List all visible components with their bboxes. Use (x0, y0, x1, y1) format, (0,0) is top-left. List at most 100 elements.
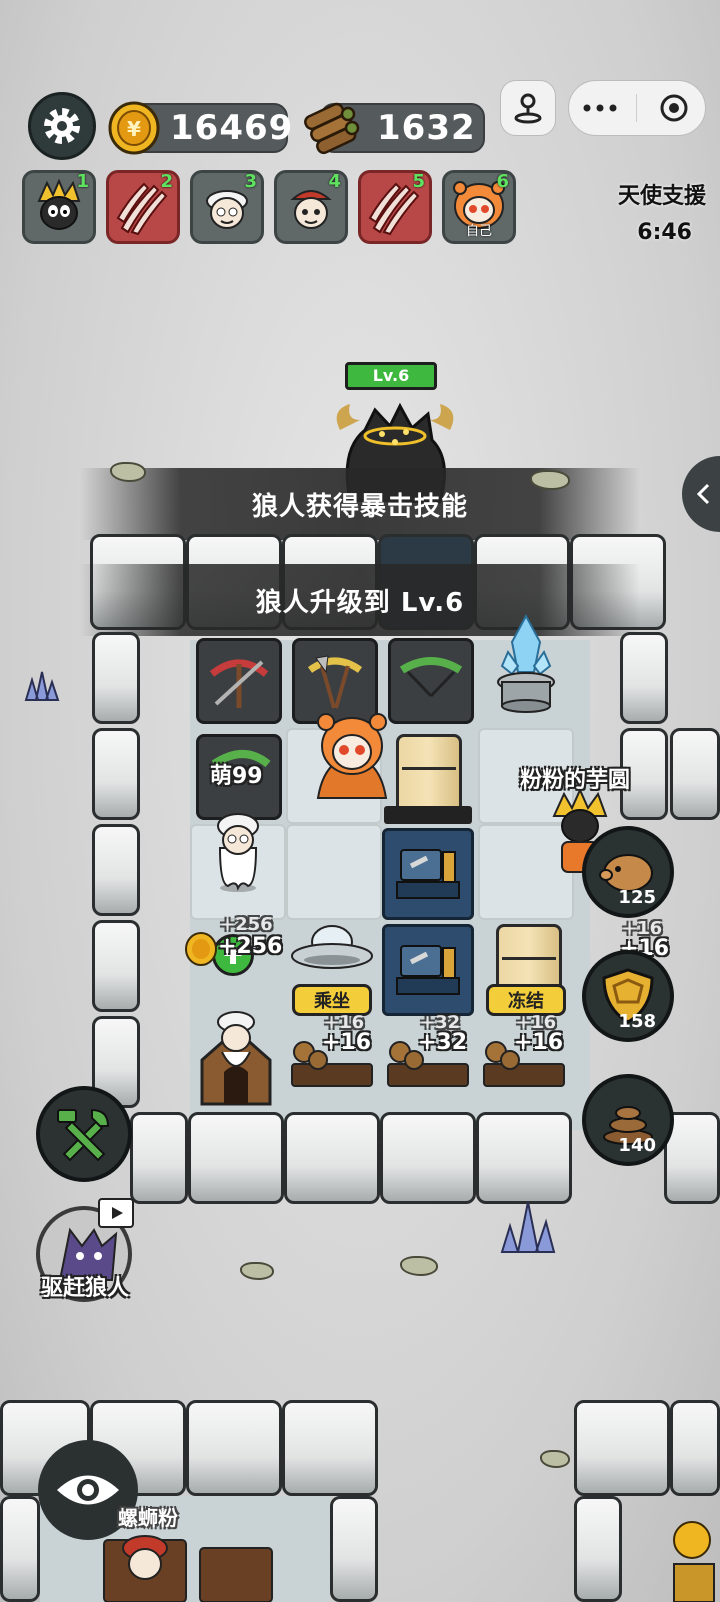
capsule-divider (636, 94, 638, 122)
joystick-button[interactable] (500, 80, 556, 136)
slot-number: 5 (412, 171, 425, 192)
chevron-left-icon (696, 483, 710, 505)
crossbow-turret[interactable] (196, 638, 282, 724)
slot-number: 2 (160, 171, 173, 192)
miniprogram-capsule (568, 80, 706, 136)
banner-text: 狼人升级到 Lv.6 (255, 587, 465, 618)
rock (530, 470, 570, 490)
wall-block (670, 728, 720, 820)
fridge-progress-bar (384, 806, 472, 824)
more-button[interactable] (575, 88, 625, 128)
slot-number: 4 (328, 171, 341, 192)
crystal-icon (497, 613, 555, 713)
wrench-icon (396, 849, 460, 899)
build-tools-button[interactable] (36, 1086, 132, 1182)
floor-tile[interactable] (286, 824, 382, 920)
player-slot-5[interactable]: 5 (358, 170, 432, 244)
chase-werewolf-label: 驱赶狼人 (40, 1276, 129, 1301)
repair-station[interactable] (382, 924, 474, 1016)
piggy-count: 125 (618, 887, 656, 908)
target-circle-icon (660, 94, 688, 122)
joystick-icon (514, 93, 542, 124)
ufo-icon (291, 925, 373, 969)
player-slot-2[interactable]: 2 (106, 170, 180, 244)
crystal-cluster (496, 1196, 560, 1258)
angel-support-timer: 6:46 (637, 220, 692, 245)
freeze-label: 冻结 (508, 991, 544, 1012)
banner-text: 狼人获得暴击技能 (251, 491, 468, 522)
bow-turret[interactable] (388, 638, 474, 724)
wood-pile[interactable] (196, 1528, 276, 1602)
wall-block (130, 1112, 188, 1204)
slot-number: 6 (496, 171, 509, 192)
ally-name-tag: 萌99 (210, 764, 263, 789)
piggy-bank-button[interactable]: 125 (582, 826, 674, 918)
more-dots-icon (583, 104, 617, 112)
poop-button[interactable]: 140 (582, 1074, 674, 1166)
self-label: 自己 (465, 224, 492, 239)
coin-icon: ¥ (106, 100, 162, 156)
wall-block (92, 824, 140, 916)
wall-block (380, 1112, 476, 1204)
rock (540, 1450, 570, 1468)
coin-icon (184, 932, 218, 966)
crystal-cluster (20, 668, 62, 704)
werewolf-level-badge: Lv.6 (345, 362, 437, 390)
fridge[interactable] (396, 734, 462, 816)
lower-player-name-tag: 螺蛳粉 (118, 1506, 178, 1530)
shield-button[interactable]: 158 (582, 950, 674, 1042)
repair-station[interactable] (382, 828, 474, 920)
self-sheep-character[interactable] (310, 706, 394, 806)
coin-gain: +256 (218, 934, 283, 959)
crossbow-icon (209, 659, 269, 708)
wall-block (670, 1400, 720, 1496)
hammer-wrench-icon (57, 1108, 110, 1162)
settings-button[interactable] (28, 92, 96, 160)
player-slot-4[interactable]: 4 (274, 170, 348, 244)
wood-gain: +16 (322, 1030, 372, 1055)
crystal-icon (24, 671, 60, 701)
wall-block (282, 1400, 378, 1496)
wood-logs-icon (300, 100, 362, 156)
wrench-icon (396, 945, 460, 995)
wall-block (92, 728, 140, 820)
wall-block (574, 1496, 622, 1602)
rock (240, 1262, 274, 1280)
wood-amount: 1632 (377, 108, 476, 148)
sheep-house[interactable] (196, 1000, 276, 1108)
wall-block (0, 1496, 40, 1602)
wall-block (92, 632, 140, 724)
player-slot-1[interactable]: 1 (22, 170, 96, 244)
player-slot-6-self[interactable]: 6 自己 (442, 170, 516, 244)
close-miniprogram-button[interactable] (649, 88, 699, 128)
gear-icon (44, 108, 80, 144)
rock (400, 1256, 438, 1276)
ufo-vehicle[interactable] (288, 918, 376, 984)
coin-amount: 16469 (170, 108, 294, 148)
wall-block (574, 1400, 670, 1496)
wall-block (188, 1112, 284, 1204)
crystal-icon (500, 1201, 556, 1253)
play-video-icon (112, 1207, 123, 1219)
wall-block (92, 920, 140, 1012)
wood-gain: +32 (418, 1030, 468, 1055)
wood-pile-icon (199, 1547, 273, 1602)
doghouse-icon (200, 1011, 272, 1106)
player-slot-3[interactable]: 3 (190, 170, 264, 244)
ride-label: 乘坐 (314, 991, 350, 1012)
ghost-sheep-icon (217, 813, 259, 892)
rock (110, 462, 146, 482)
ally-sheep-character[interactable] (206, 808, 270, 894)
coin-gain-ghost: +256 (220, 914, 273, 935)
video-ad-badge (98, 1198, 134, 1228)
bow-icon (399, 657, 463, 698)
crystal-pedestal[interactable] (488, 612, 564, 716)
angel-support-title: 天使支援 (617, 184, 706, 209)
slot-number: 3 (244, 171, 257, 192)
shield-count: 158 (618, 1011, 656, 1032)
tiger-hood-sheep-icon (316, 713, 388, 799)
coin-icon (664, 1520, 720, 1602)
wall-block (284, 1112, 380, 1204)
svg-text:¥: ¥ (127, 117, 141, 141)
wood-gain: +16 (514, 1030, 564, 1055)
